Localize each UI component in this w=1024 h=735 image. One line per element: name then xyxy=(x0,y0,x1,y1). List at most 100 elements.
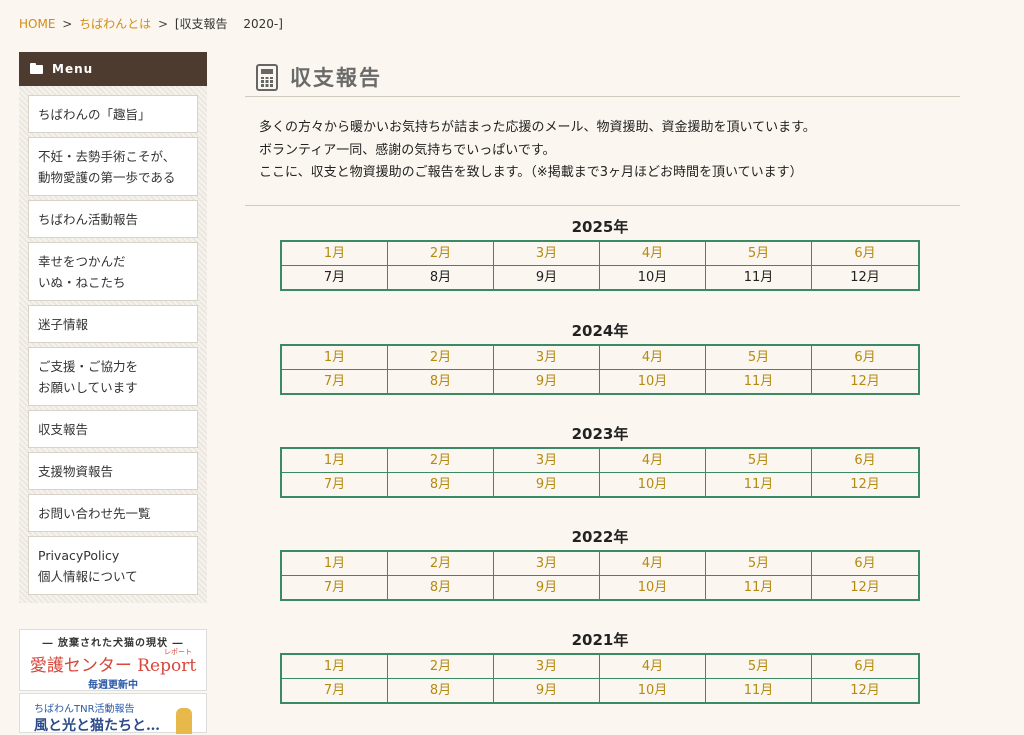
month-link[interactable]: 11月 xyxy=(706,575,812,599)
month-link[interactable]: 3月 xyxy=(494,346,600,370)
month-link[interactable]: 6月 xyxy=(812,346,918,370)
month-link[interactable]: 6月 xyxy=(812,242,918,266)
intro-line: ここに、収支と物資援助のご報告を致します。（※掲載まで3ヶ月ほどお時間を頂いてい… xyxy=(259,165,803,180)
month-link[interactable]: 4月 xyxy=(600,552,706,576)
title-divider xyxy=(245,96,960,97)
month-link[interactable]: 10月 xyxy=(600,575,706,599)
month-link[interactable]: 10月 xyxy=(600,369,706,393)
year-title: 2023年 xyxy=(571,425,629,443)
page-heading: 収支報告 xyxy=(256,62,382,92)
month-link[interactable]: 5月 xyxy=(706,655,812,679)
month-table: 1月 2月 3月 4月 5月 6月 7月 8月 9月 10月 11月 12月 xyxy=(280,240,920,291)
month-table: 1月 2月 3月 4月 5月 6月 7月 8月 9月 10月 11月 12月 xyxy=(280,447,920,498)
sidebar-item-label: ちばわん活動報告 xyxy=(38,211,139,227)
month-link[interactable]: 3月 xyxy=(494,242,600,266)
month-link[interactable]: 3月 xyxy=(494,655,600,679)
month-link[interactable]: 2月 xyxy=(388,242,494,266)
month-link[interactable]: 5月 xyxy=(706,552,812,576)
month-link[interactable]: 2月 xyxy=(388,449,494,473)
month-link[interactable]: 2月 xyxy=(388,346,494,370)
sidebar-menu-title: Menu xyxy=(52,62,94,76)
sidebar: Menu ちばわんの「趣旨」 不妊・去勢手術こそが、 動物愛護の第一歩である ち… xyxy=(19,52,207,603)
month-link[interactable]: 4月 xyxy=(600,242,706,266)
sidebar-item-label: PrivacyPolicy 個人情報について xyxy=(38,547,138,584)
year-block: 2025年 1月 2月 3月 4月 5月 6月 7月 8月 9月 10月 11月 12月 xyxy=(280,216,920,291)
month-link[interactable]: 2月 xyxy=(388,552,494,576)
sidebar-item-support[interactable]: ご支援・ご協力を お願いしています xyxy=(28,347,198,406)
year-block: 2021年 1月 2月 3月 4月 5月 6月 7月 8月 9月 10月 11月 12月 xyxy=(280,629,920,704)
month-link[interactable]: 1月 xyxy=(282,449,388,473)
month-cell: 11月 xyxy=(706,265,812,289)
month-link[interactable]: 3月 xyxy=(494,552,600,576)
month-link[interactable]: 11月 xyxy=(706,369,812,393)
breadcrumb-home-link[interactable]: HOME xyxy=(19,17,55,31)
sidebar-item-purpose[interactable]: ちばわんの「趣旨」 xyxy=(28,95,198,133)
month-link[interactable]: 12月 xyxy=(812,576,918,600)
breadcrumb-parent-link[interactable]: ちばわんとは xyxy=(79,17,151,31)
month-link[interactable]: 7月 xyxy=(282,575,388,599)
month-link[interactable]: 4月 xyxy=(600,346,706,370)
month-link[interactable]: 7月 xyxy=(282,472,388,496)
month-link[interactable]: 5月 xyxy=(706,242,812,266)
sidebar-item-lost-pets[interactable]: 迷子情報 xyxy=(28,305,198,343)
sidebar-item-label: 迷子情報 xyxy=(38,316,89,332)
sidebar-item-spay-neuter[interactable]: 不妊・去勢手術こそが、 動物愛護の第一歩である xyxy=(28,137,198,196)
month-link[interactable]: 4月 xyxy=(600,449,706,473)
page-title: 収支報告 xyxy=(290,66,382,90)
month-link[interactable]: 4月 xyxy=(600,655,706,679)
month-link[interactable]: 12月 xyxy=(812,679,918,703)
intro-line: 多くの方々から暖かいお気持ちが詰まった応援のメール、物資援助、資金援助を頂いてい… xyxy=(259,120,816,135)
sidebar-item-label: ご支援・ご協力を お願いしています xyxy=(38,358,139,395)
month-link[interactable]: 6月 xyxy=(812,449,918,473)
sidebar-item-financial-report[interactable]: 収支報告 xyxy=(28,410,198,448)
month-link[interactable]: 1月 xyxy=(282,655,388,679)
month-link[interactable]: 12月 xyxy=(812,473,918,497)
month-link[interactable]: 8月 xyxy=(388,369,494,393)
month-link[interactable]: 7月 xyxy=(282,369,388,393)
month-link[interactable]: 11月 xyxy=(706,472,812,496)
year-block: 2023年 1月 2月 3月 4月 5月 6月 7月 8月 9月 10月 11月 12月 xyxy=(280,423,920,498)
sidebar-item-activity-report[interactable]: ちばわん活動報告 xyxy=(28,200,198,238)
sidebar-item-contacts[interactable]: お問い合わせ先一覧 xyxy=(28,494,198,532)
month-link[interactable]: 7月 xyxy=(282,678,388,702)
month-link[interactable]: 6月 xyxy=(812,552,918,576)
month-link[interactable]: 1月 xyxy=(282,242,388,266)
month-link[interactable]: 5月 xyxy=(706,346,812,370)
banner-ruby: レポート xyxy=(164,648,192,656)
month-link[interactable]: 12月 xyxy=(812,370,918,394)
month-link[interactable]: 1月 xyxy=(282,552,388,576)
month-link[interactable]: 9月 xyxy=(494,575,600,599)
month-link[interactable]: 8月 xyxy=(388,575,494,599)
center-report-banner[interactable]: ― 放棄された犬猫の現状 ― 愛護センター Report レポート 毎週更新中 xyxy=(19,629,207,691)
intro-text: 多くの方々から暖かいお気持ちが詰まった応援のメール、物資援助、資金援助を頂いてい… xyxy=(259,117,816,185)
sidebar-item-privacy[interactable]: PrivacyPolicy 個人情報について xyxy=(28,536,198,595)
month-cell: 8月 xyxy=(388,265,494,289)
month-link[interactable]: 11月 xyxy=(706,678,812,702)
month-cell: 12月 xyxy=(850,269,880,285)
month-link[interactable]: 5月 xyxy=(706,449,812,473)
month-link[interactable]: 6月 xyxy=(812,655,918,679)
tnr-report-banner[interactable]: ちばわんTNR活動報告 風と光と猫たちと… xyxy=(19,693,207,734)
month-table: 1月 2月 3月 4月 5月 6月 7月 8月 9月 10月 11月 12月 xyxy=(280,653,920,704)
month-link[interactable]: 3月 xyxy=(494,449,600,473)
month-link[interactable]: 8月 xyxy=(388,472,494,496)
breadcrumb-separator: > xyxy=(157,17,169,31)
month-link[interactable]: 8月 xyxy=(388,678,494,702)
month-table: 1月 2月 3月 4月 5月 6月 7月 8月 9月 10月 11月 12月 xyxy=(280,550,920,601)
month-link[interactable]: 10月 xyxy=(600,472,706,496)
calculator-icon xyxy=(256,63,278,91)
month-link[interactable]: 10月 xyxy=(600,678,706,702)
month-link[interactable]: 9月 xyxy=(494,678,600,702)
sidebar-item-adopted[interactable]: 幸せをつかんだ いぬ・ねこたち xyxy=(28,242,198,301)
month-link[interactable]: 1月 xyxy=(282,346,388,370)
month-table: 1月 2月 3月 4月 5月 6月 7月 8月 9月 10月 11月 12月 xyxy=(280,344,920,395)
breadcrumb-current: [収支報告 2020-] xyxy=(174,17,283,31)
month-link[interactable]: 2月 xyxy=(388,655,494,679)
year-block: 2022年 1月 2月 3月 4月 5月 6月 7月 8月 9月 10月 11月 12月 xyxy=(280,526,920,601)
sidebar-item-label: ちばわんの「趣旨」 xyxy=(38,106,151,122)
month-link[interactable]: 9月 xyxy=(494,472,600,496)
year-title: 2025年 xyxy=(571,218,629,236)
month-link[interactable]: 9月 xyxy=(494,369,600,393)
sidebar-item-supplies-report[interactable]: 支援物資報告 xyxy=(28,452,198,490)
sidebar-item-label: 幸せをつかんだ いぬ・ねこたち xyxy=(38,253,126,290)
